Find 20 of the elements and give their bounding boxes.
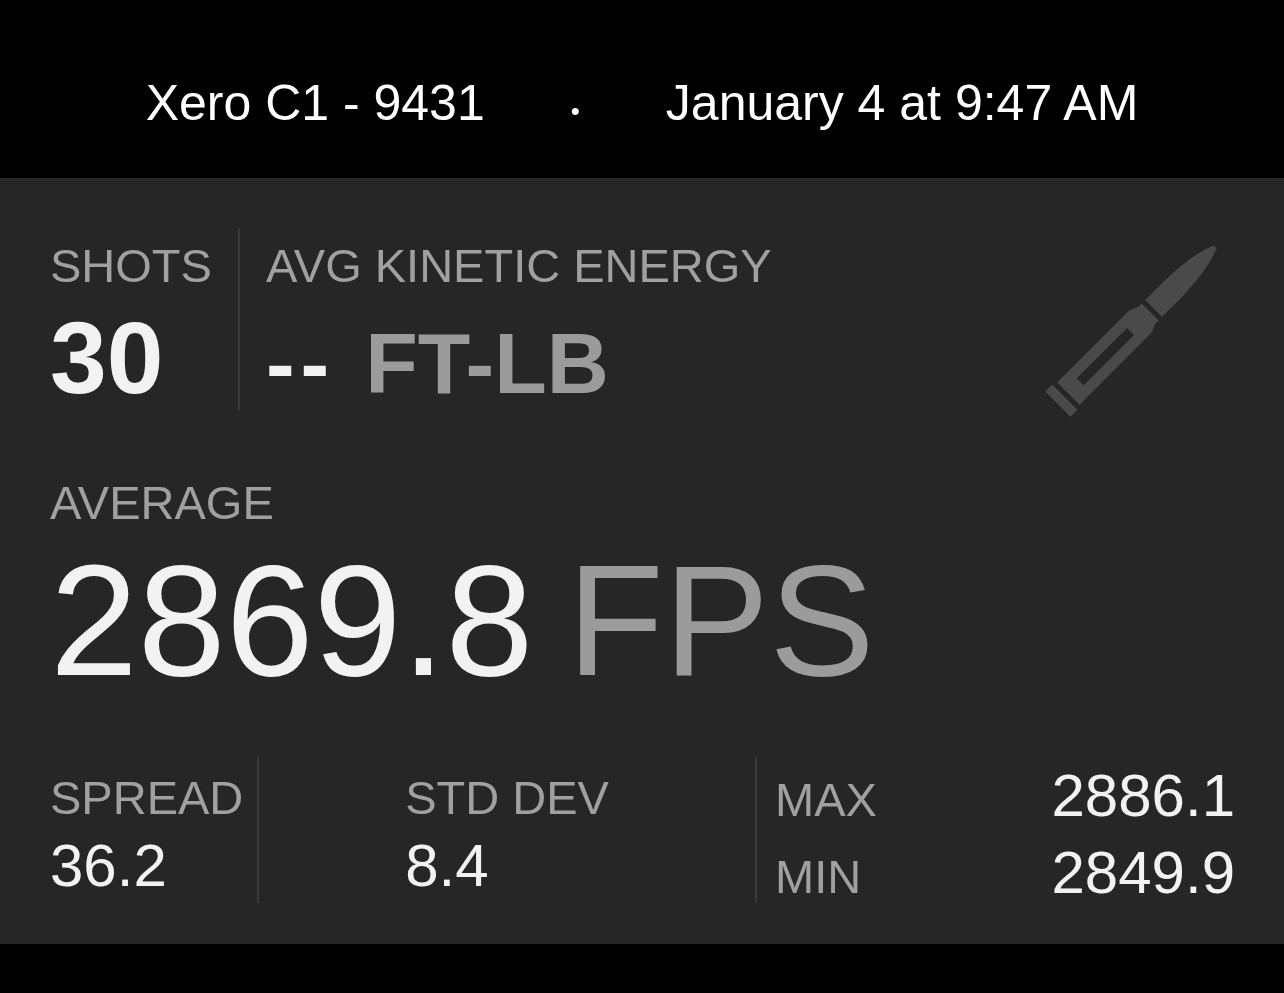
extreme-value: 2849.9 [1051, 843, 1235, 903]
session-date: January 4 at 9:47 AM [665, 78, 1139, 128]
kinetic-energy-unit: FT-LB [365, 320, 609, 406]
average-unit: FPS [567, 541, 875, 699]
average-value: 2869.8 [50, 541, 534, 699]
separator: • [570, 98, 580, 124]
kinetic-energy-label: AVG KINETIC ENERGY [265, 242, 772, 289]
bullet-icon [1045, 245, 1217, 417]
extreme-label: MIN [775, 853, 862, 900]
device-name: Xero C1 - 9431 [145, 78, 485, 128]
extreme-label: MAX [775, 776, 877, 823]
stat-value: 36.2 [50, 836, 168, 896]
extreme-value: 2886.1 [1051, 766, 1235, 826]
stat-label: SPREAD [50, 774, 244, 821]
kinetic-energy-value: -- [265, 320, 336, 406]
stat-value: 8.4 [405, 836, 490, 896]
stat-label: STD DEV [405, 774, 609, 821]
shots-value: 30 [50, 307, 165, 409]
shots-label: SHOTS [50, 242, 212, 289]
average-label: AVERAGE [50, 479, 275, 526]
